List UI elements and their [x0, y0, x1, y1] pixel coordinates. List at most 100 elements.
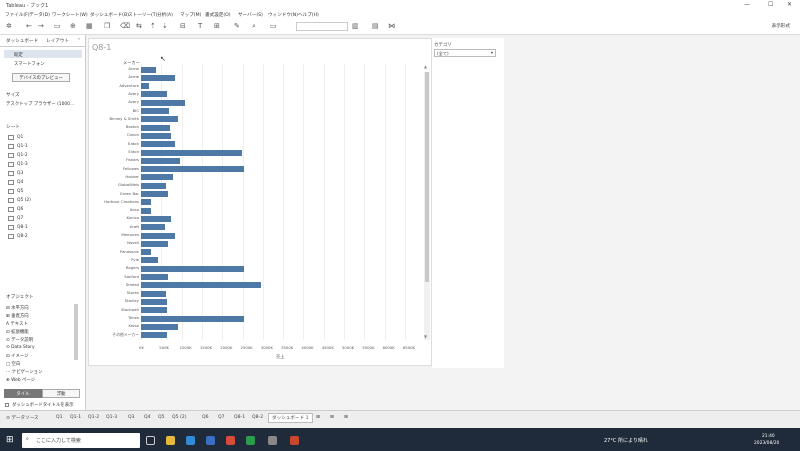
bar[interactable]: [141, 74, 175, 81]
tab-layout[interactable]: レイアウト: [46, 38, 69, 44]
device-phone[interactable]: スマートフォン: [14, 61, 45, 67]
object-item[interactable]: ⊙ Data Story: [6, 345, 35, 350]
scroll-down-icon[interactable]: ▼: [424, 334, 427, 339]
bar[interactable]: [141, 274, 169, 280]
object-item[interactable]: □ 空白: [6, 361, 20, 367]
new-sheet-tab-icon[interactable]: ⊞: [316, 415, 320, 420]
bar[interactable]: [141, 307, 168, 314]
menu-server[interactable]: サーバー(S): [238, 12, 263, 18]
maximize-button[interactable]: ☐: [768, 1, 773, 8]
bar[interactable]: [141, 166, 245, 173]
minimize-button[interactable]: —: [744, 1, 750, 8]
bar[interactable]: [141, 265, 245, 272]
bar[interactable]: [141, 157, 180, 164]
objects-scrollbar[interactable]: [74, 304, 78, 360]
sheet-item[interactable]: Q7: [17, 216, 23, 221]
new-story-tab-icon[interactable]: ⊞: [344, 415, 348, 420]
menu-analysis[interactable]: 分析(A): [157, 12, 173, 18]
bar[interactable]: [141, 99, 185, 106]
explorer-icon[interactable]: [166, 436, 175, 445]
sheet-item[interactable]: Q5 (2): [17, 198, 31, 203]
sort-asc-icon[interactable]: ⇡: [150, 22, 156, 30]
bar[interactable]: [141, 83, 149, 90]
new-datasource-icon[interactable]: ⊕: [70, 22, 76, 30]
menu-file[interactable]: ファイル(F): [5, 12, 30, 18]
word-icon[interactable]: [206, 436, 215, 445]
show-me-button[interactable]: 表示形式: [772, 23, 790, 29]
bar[interactable]: [141, 141, 175, 148]
fit-icon[interactable]: ▭: [270, 22, 277, 30]
menu-window[interactable]: ウィンドウ(N): [268, 12, 298, 18]
bar[interactable]: [141, 199, 151, 206]
object-item[interactable]: ⊡ イメージ: [6, 353, 29, 359]
tab-data-source[interactable]: ⊙ データソース: [6, 415, 39, 421]
menu-map[interactable]: マップ(M): [180, 12, 201, 18]
share-icon[interactable]: ⋈: [388, 22, 395, 30]
group-icon[interactable]: ⊟: [180, 22, 186, 30]
bar[interactable]: [141, 298, 168, 305]
bar[interactable]: [141, 207, 151, 214]
sheet-item[interactable]: Q1: [17, 135, 23, 140]
bar[interactable]: [141, 232, 175, 239]
tab-sheet[interactable]: Q5: [158, 415, 165, 420]
collapse-icon[interactable]: ‹: [78, 37, 80, 42]
clock-time[interactable]: 21:40: [762, 434, 775, 439]
presentation-icon[interactable]: ▤: [372, 22, 379, 30]
object-item[interactable]: ⊡ 拡張機能: [6, 329, 29, 335]
save-icon[interactable]: ▭: [54, 22, 61, 30]
sheet-item[interactable]: Q1-3: [17, 162, 28, 167]
bar[interactable]: [141, 108, 170, 114]
menu-format[interactable]: 書式設定(O): [205, 12, 231, 18]
size-dropdown[interactable]: デスクトップ ブラウザー (1000...: [6, 101, 74, 107]
tab-dashboard[interactable]: ダッシュボード: [6, 38, 38, 44]
tab-sheet[interactable]: Q8-2: [252, 415, 263, 420]
bar[interactable]: [141, 182, 167, 189]
menu-worksheet[interactable]: ワークシート(W): [52, 12, 88, 18]
chart-scroll-thumb[interactable]: [425, 72, 429, 282]
redo-icon[interactable]: →: [38, 22, 44, 30]
weather-status[interactable]: 27°C 所により晴れ: [604, 437, 648, 444]
bar[interactable]: [141, 149, 242, 156]
bar[interactable]: [141, 215, 171, 222]
bar[interactable]: [141, 323, 178, 330]
new-sheet-icon[interactable]: ▦: [86, 22, 93, 30]
bar[interactable]: [141, 132, 171, 139]
bar[interactable]: [141, 332, 168, 339]
powerpoint-icon[interactable]: [290, 436, 299, 445]
close-button[interactable]: ✕: [787, 1, 792, 8]
tile-button[interactable]: タイル: [4, 389, 42, 398]
tab-dashboard-active[interactable]: ダッシュボード 1: [268, 413, 313, 423]
highlight-icon[interactable]: ✎: [234, 22, 240, 30]
bar[interactable]: [141, 240, 169, 247]
sheet-item[interactable]: Q1-1: [17, 144, 28, 149]
menu-data[interactable]: データ(D): [29, 12, 50, 18]
tab-sheet[interactable]: Q1: [56, 415, 63, 420]
filter-dropdown[interactable]: (全て) ▾: [434, 49, 496, 57]
tab-sheet[interactable]: Q7: [218, 415, 225, 420]
tab-sheet[interactable]: Q1-1: [70, 415, 81, 420]
chart-icon[interactable]: ▥: [352, 22, 359, 30]
edge-icon[interactable]: [186, 436, 195, 445]
bar[interactable]: [141, 224, 166, 231]
object-item[interactable]: ⊟ 水平方向: [6, 305, 29, 311]
bar[interactable]: [141, 191, 169, 197]
object-item[interactable]: ⊙ データ説明: [6, 337, 33, 343]
sheet-item[interactable]: Q4: [17, 180, 23, 185]
sheet-item[interactable]: Q1-2: [17, 153, 28, 158]
bar[interactable]: [141, 282, 261, 289]
swap-icon[interactable]: ⇆: [136, 22, 142, 30]
device-preview-button[interactable]: デバイスのプレビュー: [12, 73, 70, 82]
fix-axes-icon[interactable]: ⊞: [214, 22, 220, 30]
tab-sheet[interactable]: Q3: [128, 415, 135, 420]
excel-icon[interactable]: [246, 436, 255, 445]
menu-story[interactable]: ストーリー(T): [128, 12, 157, 18]
tab-sheet[interactable]: Q4: [144, 415, 151, 420]
tab-sheet[interactable]: Q1-2: [88, 415, 99, 420]
sheet-item[interactable]: Q5: [17, 189, 23, 194]
object-item[interactable]: ⋯ ナビゲーション: [6, 369, 42, 375]
label-icon[interactable]: T: [198, 22, 202, 30]
new-dashboard-tab-icon[interactable]: ⊞: [330, 415, 334, 420]
tab-sheet[interactable]: Q5 (2): [172, 415, 187, 420]
fit-dropdown[interactable]: [296, 22, 348, 31]
bar[interactable]: [141, 249, 151, 256]
